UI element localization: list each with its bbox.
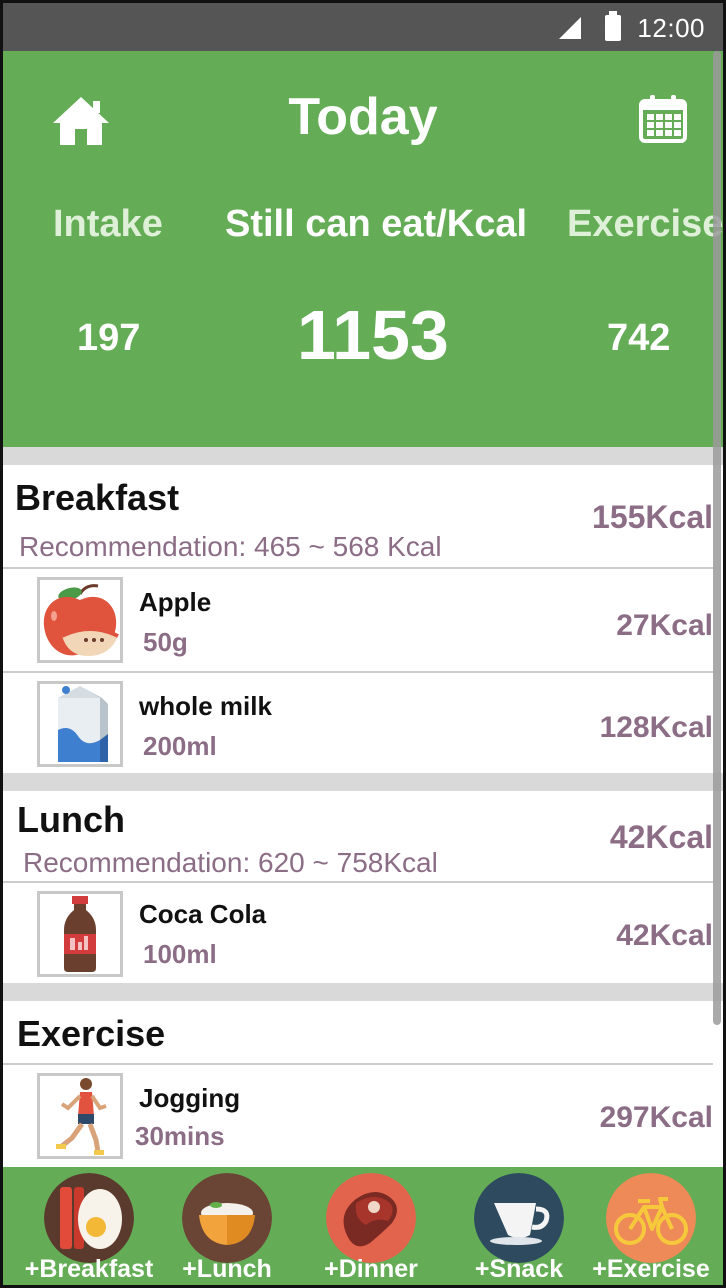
- breakfast-title: Breakfast: [15, 477, 180, 518]
- summary-header: Today Intake Still can eat/Kcal Exercise…: [3, 51, 723, 447]
- food-quantity: 100ml: [143, 939, 217, 969]
- section-divider: [3, 447, 723, 465]
- add-dinner-button[interactable]: +Dinner: [299, 1167, 443, 1285]
- food-row-apple[interactable]: Apple 50g 27Kcal: [3, 567, 713, 669]
- food-kcal: 128Kcal: [599, 711, 713, 744]
- remaining-value: 1153: [297, 296, 449, 374]
- exercise-section-header[interactable]: Exercise: [3, 1001, 713, 1063]
- exercise-row-jogging[interactable]: Jogging 30mins 297Kcal: [3, 1063, 713, 1165]
- breakfast-recommendation: Recommendation: 465 ~ 568 Kcal: [19, 531, 442, 562]
- exercise-duration: 30mins: [135, 1121, 225, 1151]
- food-kcal: 42Kcal: [616, 919, 713, 952]
- bottom-action-bar: +Breakfast +Lunch +Dinner +Snack +Exerci…: [3, 1167, 723, 1285]
- exercise-title: Exercise: [17, 1013, 166, 1054]
- milk-carton-icon: [37, 681, 123, 767]
- page-title: Today: [288, 88, 438, 146]
- exercise-label: Exercise: [567, 203, 724, 245]
- add-exercise-label: +Exercise: [592, 1255, 710, 1283]
- rice-bowl-icon: [182, 1173, 272, 1263]
- section-divider: [3, 983, 723, 1001]
- exercise-kcal: 297Kcal: [599, 1101, 713, 1134]
- steak-icon: [326, 1173, 416, 1263]
- food-quantity: 50g: [143, 627, 188, 657]
- food-quantity: 200ml: [143, 731, 217, 761]
- exercise-value: 742: [607, 317, 671, 359]
- scrollbar[interactable]: [713, 51, 721, 1025]
- lunch-recommendation: Recommendation: 620 ~ 758Kcal: [23, 847, 438, 878]
- food-row-coca-cola[interactable]: Coca Cola 100ml 42Kcal: [3, 881, 713, 983]
- app-frame: 12:00 Today Intake Still can eat/Kcal Ex…: [0, 0, 726, 1288]
- runner-icon: [37, 1073, 123, 1159]
- coffee-cup-icon: [474, 1173, 564, 1263]
- breakfast-icon: [44, 1173, 134, 1263]
- food-row-whole-milk[interactable]: whole milk 200ml 128Kcal: [3, 671, 713, 773]
- breakfast-section-header[interactable]: Breakfast Recommendation: 465 ~ 568 Kcal…: [3, 465, 713, 567]
- food-name: Apple: [139, 587, 212, 617]
- lunch-title: Lunch: [17, 799, 125, 840]
- food-name: Coca Cola: [139, 899, 267, 929]
- breakfast-total-kcal: 155Kcal: [592, 499, 713, 535]
- intake-label: Intake: [53, 203, 163, 245]
- apple-icon: [37, 577, 123, 663]
- status-bar: 12:00: [3, 3, 723, 51]
- status-time: 12:00: [637, 13, 705, 43]
- remaining-label: Still can eat/Kcal: [225, 203, 528, 245]
- food-kcal: 27Kcal: [616, 609, 713, 642]
- bicycle-icon: [606, 1173, 696, 1263]
- lunch-section-header[interactable]: Lunch Recommendation: 620 ~ 758Kcal 42Kc…: [3, 791, 713, 881]
- add-exercise-button[interactable]: +Exercise: [579, 1167, 723, 1285]
- exercise-name: Jogging: [139, 1083, 241, 1113]
- intake-value: 197: [77, 317, 141, 359]
- calendar-icon[interactable]: [639, 95, 687, 143]
- signal-icon: [559, 17, 581, 39]
- battery-icon: [605, 11, 621, 41]
- add-lunch-button[interactable]: +Lunch: [155, 1167, 299, 1285]
- lunch-total-kcal: 42Kcal: [609, 819, 713, 855]
- section-divider: [3, 773, 723, 791]
- cola-bottle-icon: [37, 891, 123, 977]
- food-name: whole milk: [139, 691, 272, 721]
